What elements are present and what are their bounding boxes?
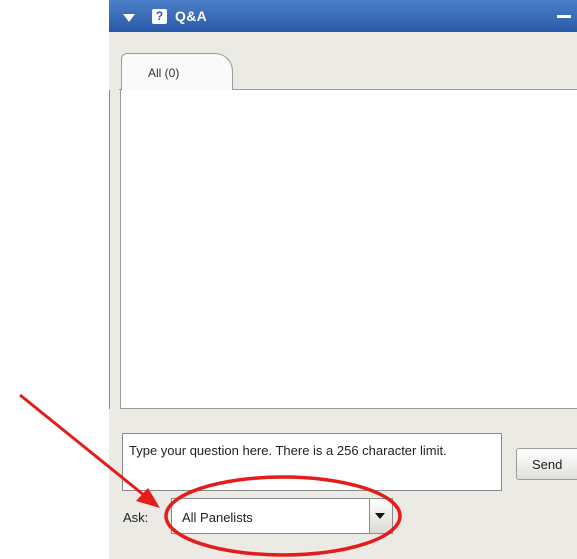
tab-all-label: All (0) <box>148 66 180 80</box>
chevron-down-icon <box>375 513 385 519</box>
qa-icon: ? <box>152 9 167 24</box>
panel-title: Q&A <box>175 8 208 24</box>
ask-recipient-dropdown[interactable]: All Panelists <box>171 498 393 534</box>
question-input[interactable]: Type your question here. There is a 256 … <box>122 433 502 491</box>
question-list <box>120 90 577 409</box>
ask-panel: Type your question here. There is a 256 … <box>109 409 577 559</box>
tab-strip: All (0) <box>109 32 577 90</box>
ask-selected-value: All Panelists <box>182 510 253 525</box>
minimize-icon[interactable] <box>557 15 571 18</box>
ask-label: Ask: <box>123 510 149 525</box>
collapse-icon[interactable] <box>123 14 135 22</box>
dropdown-button[interactable] <box>369 499 392 533</box>
tab-all[interactable]: All (0) <box>121 53 233 90</box>
send-button[interactable]: Send <box>516 448 577 480</box>
qa-title-bar[interactable]: ? Q&A <box>109 0 577 32</box>
